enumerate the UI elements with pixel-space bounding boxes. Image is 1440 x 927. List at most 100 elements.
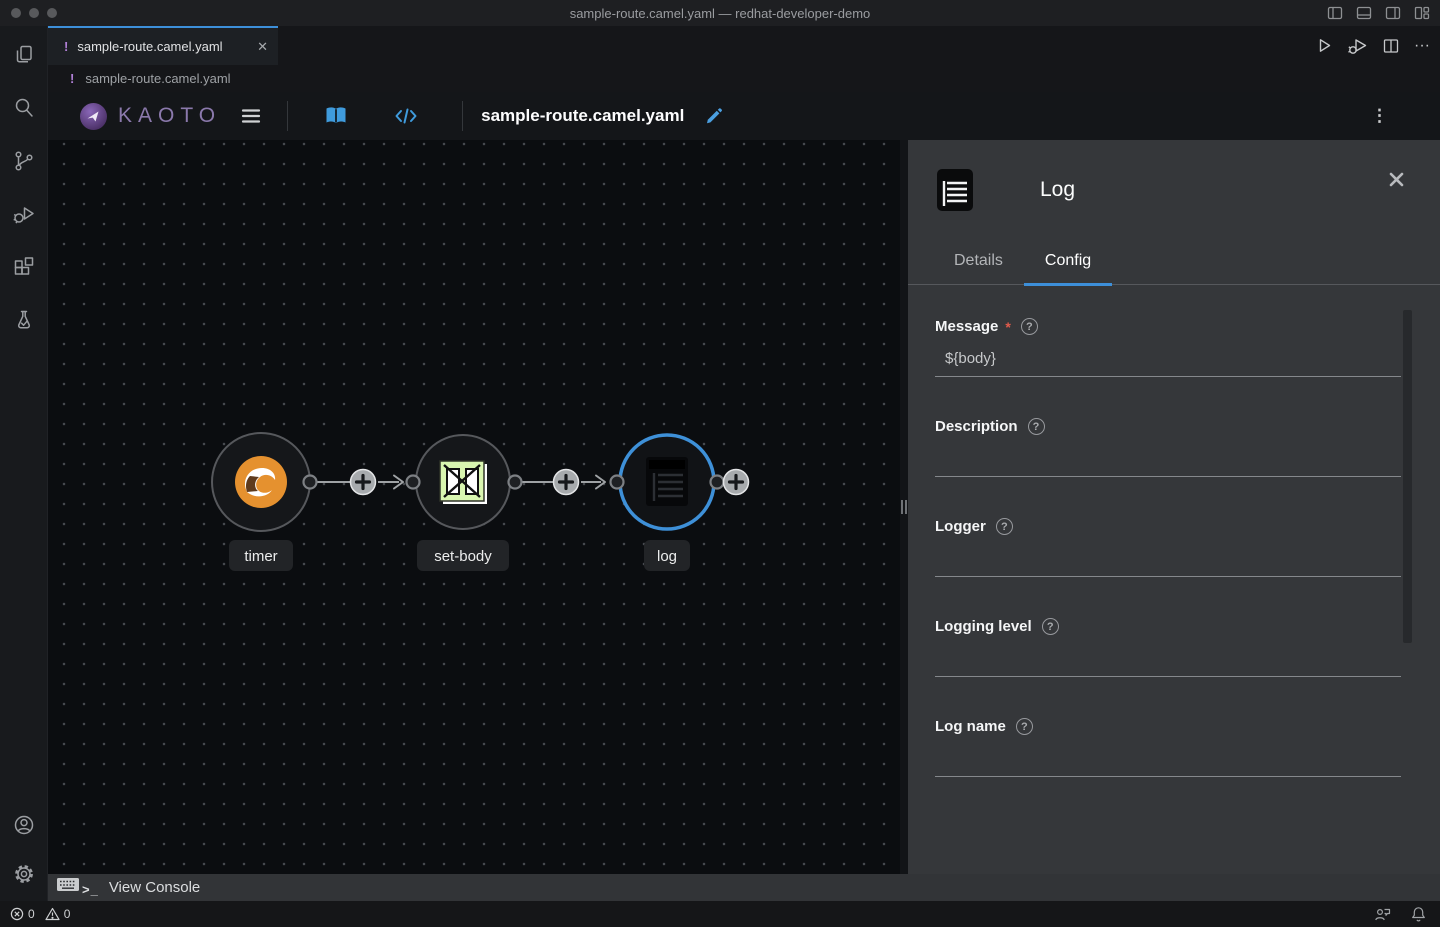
feedback-icon[interactable]	[1374, 907, 1391, 922]
run-file-icon[interactable]	[1316, 37, 1333, 54]
error-icon	[10, 907, 24, 921]
node-timer[interactable]: timer	[212, 433, 310, 571]
testing-icon[interactable]	[11, 307, 37, 333]
tab-config[interactable]: Config	[1024, 246, 1112, 286]
kebab-menu-icon[interactable]: ⋮	[1371, 92, 1388, 140]
source-code-icon[interactable]	[394, 107, 418, 125]
node-set-body[interactable]: set-body	[416, 435, 510, 571]
field-label: Message	[935, 318, 998, 335]
panel-scrollbar[interactable]	[1403, 310, 1412, 643]
more-actions-icon[interactable]: ···	[1414, 37, 1430, 55]
minimize-window-button[interactable]	[29, 8, 39, 18]
add-step-button[interactable]	[724, 470, 749, 495]
required-marker: *	[1005, 319, 1010, 335]
error-count: 0	[28, 907, 35, 921]
toggle-primary-sidebar-icon[interactable]	[1327, 5, 1343, 21]
logging-level-input[interactable]	[935, 643, 1401, 677]
help-icon[interactable]: ?	[1028, 418, 1045, 435]
message-input[interactable]: ${body}	[935, 343, 1401, 377]
run-or-debug-icon[interactable]	[1348, 37, 1368, 55]
tab-details[interactable]: Details	[933, 246, 1024, 284]
field-logging-level: Logging level ?	[935, 618, 1401, 677]
log-name-input[interactable]	[935, 743, 1401, 777]
explorer-icon[interactable]	[11, 42, 37, 68]
status-bar: 0 0	[0, 901, 1440, 927]
drag-grip-icon	[901, 500, 907, 514]
toggle-secondary-sidebar-icon[interactable]	[1385, 5, 1401, 21]
field-label: Logger	[935, 518, 986, 535]
close-panel-icon[interactable]	[1389, 172, 1404, 187]
help-icon[interactable]: ?	[1021, 318, 1038, 335]
add-step-button[interactable]	[351, 470, 376, 495]
vscode-window: sample-route.camel.yaml — redhat-develop…	[0, 0, 1440, 927]
keyboard-icon	[56, 877, 80, 892]
customize-layout-icon[interactable]	[1414, 5, 1430, 21]
field-log-name: Log name ?	[935, 718, 1401, 777]
close-window-button[interactable]	[11, 8, 21, 18]
panel-tabs: Details Config	[908, 246, 1440, 285]
terminal-prompt-icon: >_	[82, 882, 99, 897]
tab-strip: ! sample-route.camel.yaml ✕ ···	[48, 26, 1440, 65]
toggle-panel-icon[interactable]	[1356, 5, 1372, 21]
warning-count: 0	[64, 907, 71, 921]
tab-sample-route[interactable]: ! sample-route.camel.yaml ✕	[48, 26, 278, 65]
extensions-icon[interactable]	[11, 254, 37, 280]
connector-dot[interactable]	[509, 476, 522, 489]
accounts-icon[interactable]	[11, 812, 37, 838]
run-debug-icon[interactable]	[11, 201, 37, 227]
connector-dot[interactable]	[407, 476, 420, 489]
kaoto-logo-icon	[80, 103, 107, 130]
activity-bar	[0, 26, 48, 901]
field-label: Description	[935, 418, 1018, 435]
breadcrumb[interactable]: ! sample-route.camel.yaml	[48, 65, 1440, 92]
source-control-icon[interactable]	[11, 148, 37, 174]
connector-dot[interactable]	[611, 476, 624, 489]
timer-icon	[235, 456, 287, 508]
panel-resize-handle[interactable]	[900, 140, 908, 874]
panel-title: Log	[1040, 178, 1075, 202]
breadcrumb-file[interactable]: sample-route.camel.yaml	[85, 71, 230, 86]
modified-indicator-icon: !	[70, 71, 74, 86]
notifications-bell-icon[interactable]	[1411, 906, 1426, 922]
window-title: sample-route.camel.yaml — redhat-develop…	[570, 6, 871, 21]
help-icon[interactable]: ?	[1016, 718, 1033, 735]
field-logger: Logger ?	[935, 518, 1401, 577]
menu-hamburger-icon[interactable]	[241, 108, 261, 124]
toolbar-separator	[287, 101, 288, 131]
field-message: Message * ? ${body}	[935, 318, 1401, 377]
connector-dot[interactable]	[304, 476, 317, 489]
route-canvas[interactable]: timer	[48, 140, 900, 874]
tab-label: sample-route.camel.yaml	[77, 39, 222, 54]
help-icon[interactable]: ?	[1042, 618, 1059, 635]
node-label-timer: timer	[244, 548, 277, 565]
view-console-button[interactable]: >_ View Console	[48, 874, 1440, 901]
titlebar: sample-route.camel.yaml — redhat-develop…	[0, 0, 1440, 26]
route-file-name: sample-route.camel.yaml	[481, 106, 684, 126]
logger-input[interactable]	[935, 543, 1401, 577]
log-step-icon	[936, 168, 974, 212]
step-config-panel: Log Details Config Message *	[908, 140, 1440, 874]
search-icon[interactable]	[11, 95, 37, 121]
zoom-window-button[interactable]	[47, 8, 57, 18]
node-log[interactable]: log	[620, 435, 714, 571]
tab-close-icon[interactable]: ✕	[257, 39, 268, 55]
problems-indicator[interactable]: 0 0	[10, 907, 70, 921]
view-console-label: View Console	[109, 879, 200, 896]
field-description: Description ?	[935, 418, 1401, 477]
description-input[interactable]	[935, 443, 1401, 477]
flow-diagram: timer	[48, 140, 900, 874]
edit-pencil-icon[interactable]	[704, 107, 723, 126]
warning-icon	[45, 907, 60, 921]
field-label: Logging level	[935, 618, 1032, 635]
add-step-button[interactable]	[554, 470, 579, 495]
modified-indicator-icon: !	[64, 39, 68, 54]
log-icon	[646, 457, 688, 506]
node-label-set-body: set-body	[434, 548, 492, 565]
settings-gear-icon[interactable]	[11, 861, 37, 887]
node-label-log: log	[657, 548, 677, 565]
catalog-book-icon[interactable]	[324, 106, 348, 126]
split-editor-icon[interactable]	[1383, 38, 1399, 54]
connector-dot[interactable]	[711, 476, 724, 489]
help-icon[interactable]: ?	[996, 518, 1013, 535]
toolbar-separator	[462, 101, 463, 131]
